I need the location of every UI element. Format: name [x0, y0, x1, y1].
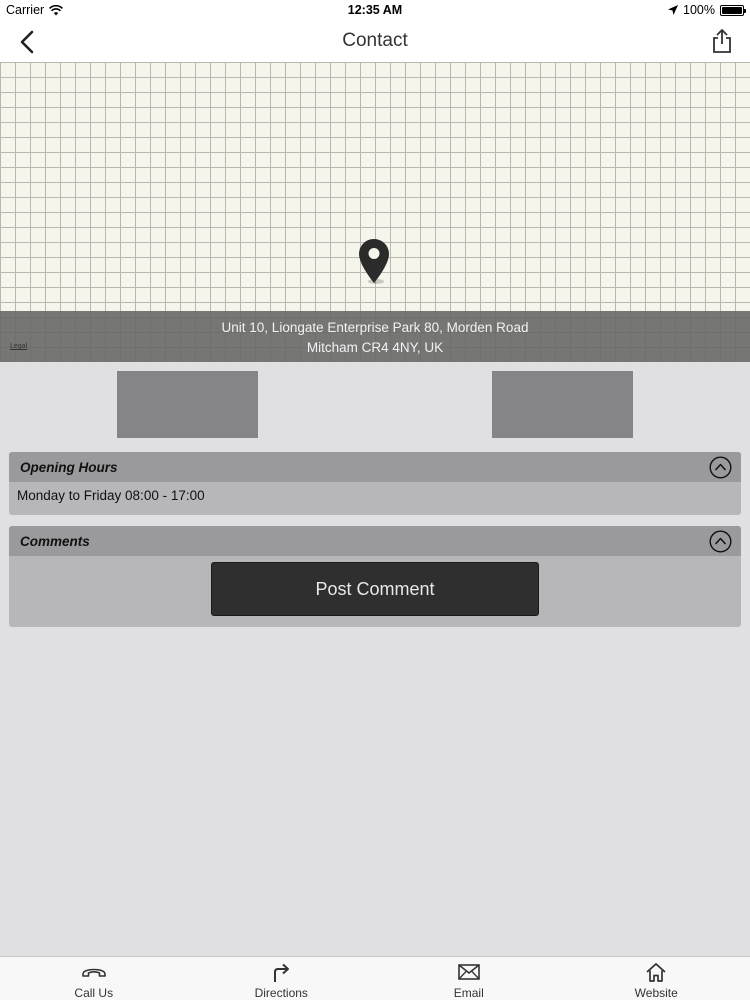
tab-email[interactable]: Email — [375, 957, 563, 1000]
opening-hours-text: Monday to Friday 08:00 - 17:00 — [17, 488, 205, 503]
image-placeholder-left — [117, 371, 258, 438]
page-title: Contact — [342, 30, 408, 51]
tab-website[interactable]: Website — [563, 957, 750, 1000]
comments-title: Comments — [20, 534, 90, 549]
status-time: 12:35 AM — [347, 3, 403, 17]
opening-hours-panel: Opening Hours Monday to Friday 08:00 - 1… — [9, 452, 741, 515]
tab-bar: Call Us Directions Email Website — [0, 956, 750, 1000]
post-comment-button[interactable]: Post Comment — [211, 562, 539, 616]
status-bar: Carrier 12:35 AM 100% — [0, 0, 750, 22]
chevron-up-circle-icon[interactable] — [709, 530, 732, 553]
battery-fill — [722, 6, 742, 14]
comments-header[interactable]: Comments — [9, 526, 741, 556]
tab-label: Call Us — [74, 986, 114, 1000]
tab-label: Directions — [254, 986, 308, 1000]
tab-label: Website — [634, 986, 678, 1000]
map-view[interactable]: Unit 10, Liongate Enterprise Park 80, Mo… — [0, 62, 750, 362]
nav-bar: Contact — [0, 22, 750, 62]
envelope-icon — [457, 964, 480, 980]
battery-icon — [720, 4, 746, 16]
image-placeholder-right — [492, 371, 633, 438]
chevron-up-circle-icon[interactable] — [709, 456, 732, 479]
address-line-1: Unit 10, Liongate Enterprise Park 80, Mo… — [221, 320, 529, 335]
share-icon — [713, 29, 731, 53]
comments-panel: Comments Post Comment — [9, 526, 741, 627]
address-line-2: Mitcham CR4 4NY, UK — [306, 340, 444, 355]
map-legal-link[interactable]: Legal — [10, 343, 27, 350]
directions-arrow-icon — [274, 963, 290, 982]
phone-icon — [81, 968, 106, 977]
tab-directions[interactable]: Directions — [188, 957, 376, 1000]
location-arrow-icon — [668, 5, 679, 15]
opening-hours-header[interactable]: Opening Hours — [9, 452, 741, 482]
share-button[interactable] — [710, 28, 734, 54]
opening-hours-title: Opening Hours — [20, 460, 118, 475]
map-pin-icon[interactable] — [358, 238, 390, 284]
home-icon — [646, 963, 666, 982]
battery-percent: 100% — [683, 3, 715, 17]
tab-label: Email — [453, 986, 484, 1000]
address-overlay: Unit 10, Liongate Enterprise Park 80, Mo… — [0, 311, 750, 362]
tab-call-us[interactable]: Call Us — [0, 957, 188, 1000]
status-right: 100% — [668, 3, 746, 17]
